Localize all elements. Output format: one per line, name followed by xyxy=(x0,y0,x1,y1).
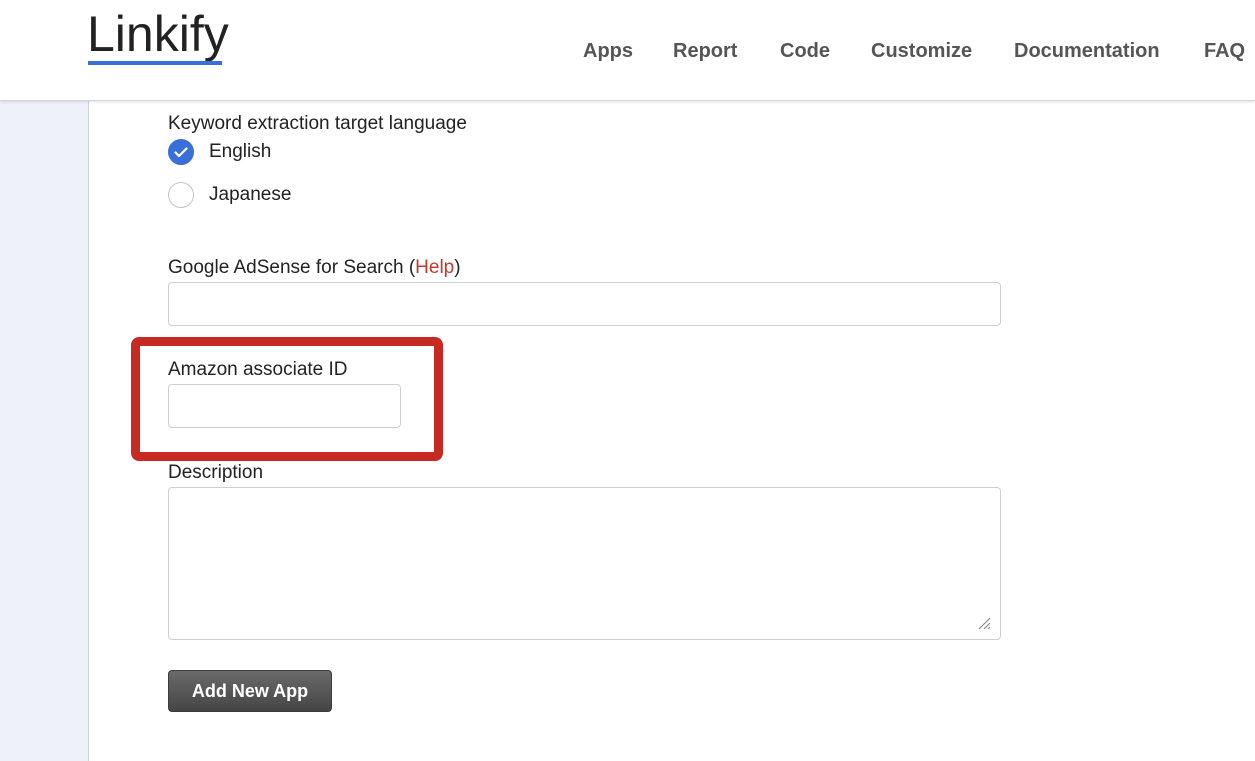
language-label: Keyword extraction target language xyxy=(168,113,467,134)
radio-japanese-label: Japanese xyxy=(209,184,292,205)
radio-english[interactable]: English xyxy=(168,137,271,167)
nav-documentation[interactable]: Documentation xyxy=(1014,40,1160,63)
nav-customize[interactable]: Customize xyxy=(871,40,972,63)
top-header: Linkify Apps Report Code Customize Docum… xyxy=(0,0,1255,101)
radio-checked-icon[interactable] xyxy=(168,139,194,165)
adsense-label-suffix: ) xyxy=(454,257,461,278)
adsense-label: Google AdSense for Search (Help) xyxy=(168,257,461,279)
description-label: Description xyxy=(168,462,264,483)
nav-code[interactable]: Code xyxy=(780,40,830,63)
nav-report[interactable]: Report xyxy=(673,40,737,63)
resize-grip-icon[interactable] xyxy=(976,615,992,631)
nav-apps[interactable]: Apps xyxy=(583,40,633,63)
nav-faq[interactable]: FAQ xyxy=(1204,40,1245,63)
adsense-label-text: Google AdSense for Search ( xyxy=(168,257,416,278)
left-sidebar xyxy=(0,101,89,761)
radio-japanese[interactable]: Japanese xyxy=(168,180,291,210)
logo-underline xyxy=(88,61,222,65)
checkmark-icon xyxy=(174,146,188,157)
radio-unchecked-icon[interactable] xyxy=(168,182,194,208)
highlight-box xyxy=(131,337,443,461)
logo[interactable]: Linkify xyxy=(87,4,229,64)
add-new-app-button[interactable]: Add New App xyxy=(168,670,332,712)
adsense-input[interactable] xyxy=(168,282,1001,326)
radio-english-label: English xyxy=(209,141,272,162)
help-link[interactable]: Help xyxy=(415,257,454,278)
description-textarea[interactable] xyxy=(168,487,1001,640)
